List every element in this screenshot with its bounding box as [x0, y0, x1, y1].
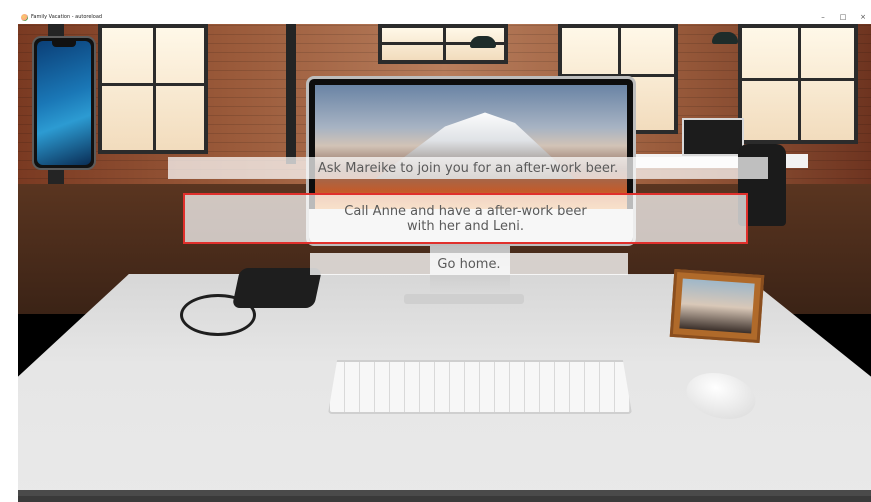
minimize-icon[interactable]: – — [819, 10, 827, 24]
choice-label: Go home. — [437, 256, 501, 272]
choice-go-home[interactable]: Go home. — [310, 253, 628, 275]
title-bar: Family Vacation - autoreload – □ × — [18, 10, 871, 24]
choice-call-anne[interactable]: Call Anne and have a after-work beer wit… — [183, 193, 748, 244]
family-photo-frame — [669, 268, 765, 344]
family-photo — [679, 278, 755, 334]
smartphone-screen — [37, 41, 91, 165]
maximize-icon[interactable]: □ — [839, 10, 847, 24]
pillar-center — [286, 24, 296, 164]
game-window: Family Vacation - autoreload – □ × Ask M… — [18, 10, 871, 502]
dialog-bar — [18, 496, 871, 502]
keyboard — [328, 360, 632, 414]
choice-label: Ask Mareike to join you for an after-wor… — [317, 160, 619, 176]
window-left — [98, 24, 208, 154]
app-icon — [21, 13, 28, 21]
smartphone-notch — [52, 41, 76, 47]
desk-telephone — [231, 268, 323, 308]
smartphone-icon[interactable] — [32, 36, 96, 170]
monitor-foot — [404, 294, 524, 304]
ceiling-lamp — [712, 32, 738, 44]
close-icon[interactable]: × — [859, 10, 867, 24]
back-monitor — [682, 118, 744, 156]
window-right — [738, 24, 858, 144]
window-controls: – □ × — [819, 10, 867, 24]
game-scene: Ask Mareike to join you for an after-wor… — [18, 24, 871, 502]
choice-label: Call Anne and have a after-work beer wit… — [344, 203, 587, 234]
choice-ask-mareike[interactable]: Ask Mareike to join you for an after-wor… — [168, 157, 768, 179]
window-title: Family Vacation - autoreload — [31, 14, 103, 20]
ceiling-lamp — [470, 36, 496, 48]
